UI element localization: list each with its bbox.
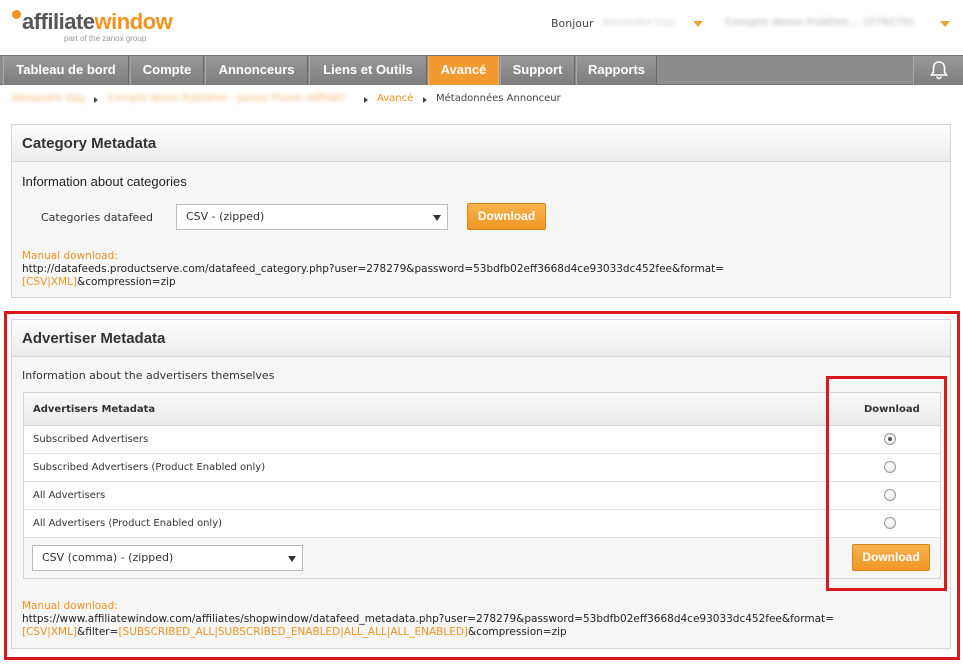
user-menu-chevron-down-icon[interactable] [693,21,703,27]
main-nav: Tableau de bord Compte Annonceurs Liens … [0,55,963,85]
category-info-text: Information about categories [22,174,187,189]
nav-liens-et-outils[interactable]: Liens et Outils [309,56,427,85]
notifications-button[interactable] [913,56,963,85]
table-row[interactable]: All Advertisers [24,482,940,510]
table-footer-row: CSV (comma) - (zipped) Download [24,538,940,578]
user-name[interactable]: Alexandre Gay [602,17,675,28]
subscribed-advertisers-radio[interactable] [884,433,896,445]
advertiser-manual-filter-label: &filter= [77,626,119,638]
breadcrumb-avance[interactable]: Avancé [377,93,413,104]
bell-icon [930,61,948,80]
advertiser-format-value: CSV (comma) - (zipped) [42,551,174,564]
categories-format-select[interactable]: CSV - (zipped) [176,204,448,230]
advertiser-download-button[interactable]: Download [852,544,930,571]
logo-part-window: window [94,9,173,34]
breadcrumb-current: Métadonnées Annonceur [436,93,561,104]
category-manual-url[interactable]: http://datafeeds.productserve.com/datafe… [22,263,724,276]
advertiser-manual-label: Manual download: [22,600,118,612]
logo-wordmark: affiliatewindow [12,9,173,34]
table-header-row: Advertisers Metadata Download [24,393,940,426]
advertiser-manual-url[interactable]: https://www.affiliatewindow.com/affiliat… [22,613,834,626]
nav-rapports[interactable]: Rapports [576,56,657,85]
breadcrumb-separator-icon [423,97,427,103]
nav-compte[interactable]: Compte [130,56,204,85]
breadcrumb-account[interactable]: Compte demo Publisher - James Flavet (Af… [108,93,345,104]
advertiser-manual-filters[interactable]: [SUBSCRIBED_ALL|SUBSCRIBED_ENABLED|ALL_A… [118,626,468,638]
advertiser-info-text: Information about the advertisers themse… [22,369,275,382]
categories-datafeed-label: Categories datafeed [41,211,153,224]
table-row[interactable]: Subscribed Advertisers [24,426,940,454]
advertisers-metadata-table: Advertisers Metadata Download Subscribed… [23,392,941,579]
logo-part-affiliate: affiliate [22,9,95,34]
advertiser-format-select[interactable]: CSV (comma) - (zipped) [32,545,303,571]
nav-avance[interactable]: Avancé [428,56,499,85]
advertiser-manual-download: Manual download: https://www.affiliatewi… [22,600,834,639]
all-enabled-radio[interactable] [884,517,896,529]
account-selector[interactable]: Compte demo Publish... (278279) [725,17,914,28]
row-label: Subscribed Advertisers [33,434,149,445]
category-panel-header: Category Metadata [12,125,950,162]
nav-tableau-de-bord[interactable]: Tableau de bord [3,56,129,85]
subscribed-enabled-radio[interactable] [884,461,896,473]
breadcrumb-separator-icon [94,97,98,103]
row-label: All Advertisers [33,490,106,501]
category-manual-tail: &compression=zip [77,276,176,288]
table-row[interactable]: Subscribed Advertisers (Product Enabled … [24,454,940,482]
nav-support[interactable]: Support [500,56,575,85]
category-manual-download: Manual download: http://datafeeds.produc… [22,250,724,289]
table-header-advertisers: Advertisers Metadata [33,404,156,415]
advertiser-manual-tail: &compression=zip [468,626,567,638]
table-row[interactable]: All Advertisers (Product Enabled only) [24,510,940,538]
row-label: Subscribed Advertisers (Product Enabled … [33,462,266,473]
category-metadata-panel: Category Metadata Information about cate… [11,124,951,298]
advertiser-metadata-panel: Advertiser Metadata Information about th… [11,319,951,649]
advertiser-manual-formats[interactable]: [CSV|XML] [22,626,77,638]
logo[interactable]: affiliatewindow part of the zanox group [12,9,173,43]
categories-format-value: CSV - (zipped) [186,210,265,223]
advertiser-panel-header: Advertiser Metadata [12,320,950,357]
logo-tagline: part of the zanox group [64,34,147,43]
top-header: affiliatewindow part of the zanox group … [0,0,963,55]
row-label: All Advertisers (Product Enabled only) [33,518,223,529]
account-menu-chevron-down-icon[interactable] [940,21,950,27]
category-manual-formats[interactable]: [CSV|XML] [22,276,77,288]
category-manual-label: Manual download: [22,250,118,262]
all-advertisers-radio[interactable] [884,489,896,501]
breadcrumb-user[interactable]: Alexandre Gay [12,93,85,104]
advertiser-panel-title: Advertiser Metadata [22,330,166,347]
logo-dot-icon [12,10,21,19]
nav-annonceurs[interactable]: Annonceurs [205,56,308,85]
breadcrumb-separator-icon [364,97,368,103]
category-panel-title: Category Metadata [22,135,157,152]
select-chevron-down-icon [288,556,296,562]
table-header-download: Download [864,404,920,415]
select-chevron-down-icon [433,215,441,221]
category-download-button[interactable]: Download [467,203,546,230]
greeting-label: Bonjour [551,17,594,30]
